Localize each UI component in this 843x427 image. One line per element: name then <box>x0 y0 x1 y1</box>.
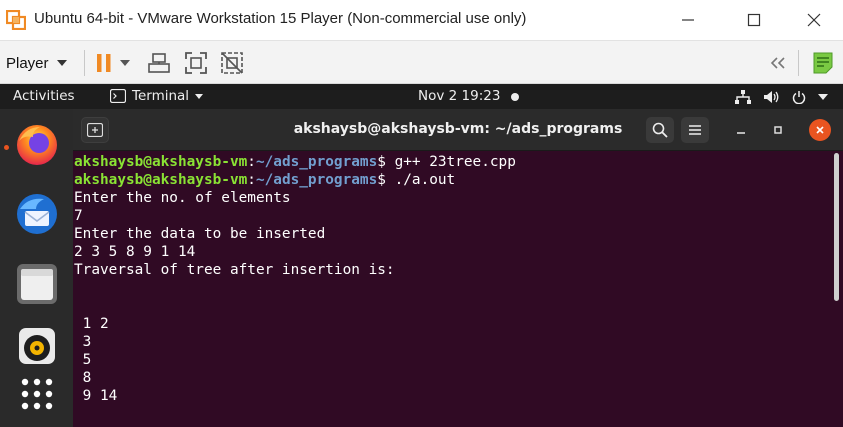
network-indicator[interactable] <box>735 89 751 105</box>
dock-item-firefox[interactable] <box>12 119 62 169</box>
terminal-minimize-button[interactable] <box>730 119 752 141</box>
volume-indicator[interactable] <box>764 89 780 105</box>
volume-icon <box>764 91 779 103</box>
power-icon <box>792 91 806 104</box>
system-menu-toggle[interactable] <box>815 89 831 105</box>
output-line: Enter the data to be inserted <box>74 226 326 242</box>
fullscreen-button[interactable] <box>182 49 210 77</box>
active-indicator-icon <box>4 145 9 150</box>
pause-dropdown[interactable] <box>116 49 134 77</box>
notes-icon <box>813 52 833 74</box>
output-line: 3 <box>74 334 92 350</box>
terminal-header-bar: akshaysb@akshaysb-vm: ~/ads_programs <box>73 109 843 151</box>
terminal-scrollbar[interactable] <box>834 153 839 301</box>
send-ctrl-alt-del-button[interactable] <box>145 49 173 77</box>
ubuntu-dock <box>0 109 73 427</box>
toolbar-divider <box>798 50 799 76</box>
app-grid-icon <box>21 378 53 410</box>
command-text: ./a.out <box>394 172 456 188</box>
command-line: akshaysb@akshaysb-vm:~/ads_programs$ ./a… <box>74 172 456 188</box>
notes-button[interactable] <box>809 49 837 77</box>
output-line: Enter the no. of elements <box>74 190 291 206</box>
command-text: g++ 23tree.cpp <box>394 154 516 170</box>
output-line: 8 <box>74 370 92 386</box>
send-ctrl-alt-del-icon <box>148 53 170 73</box>
pause-icon <box>97 54 111 72</box>
network-icon <box>735 90 751 104</box>
chevron-down-icon <box>195 93 204 99</box>
dropdown-caret-icon <box>120 60 130 66</box>
unity-button[interactable] <box>218 49 246 77</box>
terminal-app-icon <box>110 89 126 103</box>
vmware-logo-icon <box>6 10 26 30</box>
command-line: akshaysb@akshaysb-vm:~/ads_programs$ g++… <box>74 154 516 170</box>
dock-item-files[interactable] <box>12 259 62 309</box>
player-menu[interactable]: Player <box>6 49 67 77</box>
unity-icon <box>221 52 243 74</box>
terminal-close-button[interactable] <box>809 119 831 141</box>
dock-item-rhythmbox[interactable] <box>12 321 62 371</box>
minimize-icon <box>737 132 745 134</box>
rhythmbox-icon <box>19 328 55 364</box>
terminal-title: akshaysb@akshaysb-vm: ~/ads_programs <box>293 121 623 137</box>
maximize-button[interactable] <box>732 6 776 34</box>
toolbar-divider <box>84 50 85 76</box>
output-line: 9 14 <box>74 388 118 404</box>
prompt-path: ~/ads_programs <box>255 154 378 170</box>
app-menu[interactable]: Terminal <box>110 88 204 104</box>
output-line: 5 <box>74 352 92 368</box>
player-menu-label: Player <box>6 54 49 72</box>
files-icon <box>17 264 57 304</box>
dock-item-thunderbird[interactable] <box>12 189 62 239</box>
close-window-button[interactable] <box>792 6 836 34</box>
ubuntu-top-bar: Activities Terminal Nov 2 19:23 <box>0 84 843 109</box>
terminal-output[interactable]: akshaysb@akshaysb-vm:~/ads_programs$ g++… <box>73 151 843 427</box>
app-menu-label: Terminal <box>132 88 190 104</box>
prompt-user: akshaysb@akshaysb-vm <box>74 172 248 188</box>
window-title: Ubuntu 64-bit - VMware Workstation 15 Pl… <box>34 10 527 27</box>
prompt-path: ~/ads_programs <box>255 172 378 188</box>
thunderbird-icon <box>17 194 57 234</box>
chevron-down-icon <box>56 60 67 66</box>
maximize-icon <box>774 126 782 134</box>
collapse-toolbar-button[interactable] <box>764 49 792 77</box>
pause-button[interactable] <box>90 49 118 77</box>
vmware-toolbar: Player <box>0 40 843 84</box>
collapse-toolbar-icon <box>770 57 785 69</box>
hamburger-menu-button[interactable] <box>681 117 709 143</box>
minimize-button[interactable] <box>666 6 710 34</box>
search-icon <box>652 122 668 138</box>
firefox-icon <box>17 125 57 165</box>
close-icon <box>807 13 821 27</box>
power-indicator[interactable] <box>791 89 807 105</box>
output-line: 2 3 5 8 9 1 14 <box>74 244 196 260</box>
activities-button[interactable]: Activities <box>13 88 75 104</box>
notification-dot-icon <box>511 93 519 101</box>
maximize-icon <box>747 13 761 27</box>
terminal-maximize-button[interactable] <box>767 119 789 141</box>
output-line: 1 2 <box>74 316 109 332</box>
fullscreen-icon <box>185 52 207 74</box>
terminal-window: akshaysb@akshaysb-vm: ~/ads_programs aks… <box>73 109 843 427</box>
output-line: 7 <box>74 208 83 224</box>
system-menu-caret-icon <box>818 94 828 100</box>
hamburger-menu-icon <box>689 125 701 135</box>
minimize-icon <box>682 19 694 21</box>
clock[interactable]: Nov 2 19:23 <box>418 88 500 104</box>
output-line: Traversal of tree after insertion is: <box>74 262 395 278</box>
prompt-user: akshaysb@akshaysb-vm <box>74 154 248 170</box>
search-button[interactable] <box>646 117 674 143</box>
vmware-title-bar: Ubuntu 64-bit - VMware Workstation 15 Pl… <box>0 0 843 40</box>
show-applications-button[interactable] <box>12 369 62 419</box>
close-icon <box>816 126 824 134</box>
